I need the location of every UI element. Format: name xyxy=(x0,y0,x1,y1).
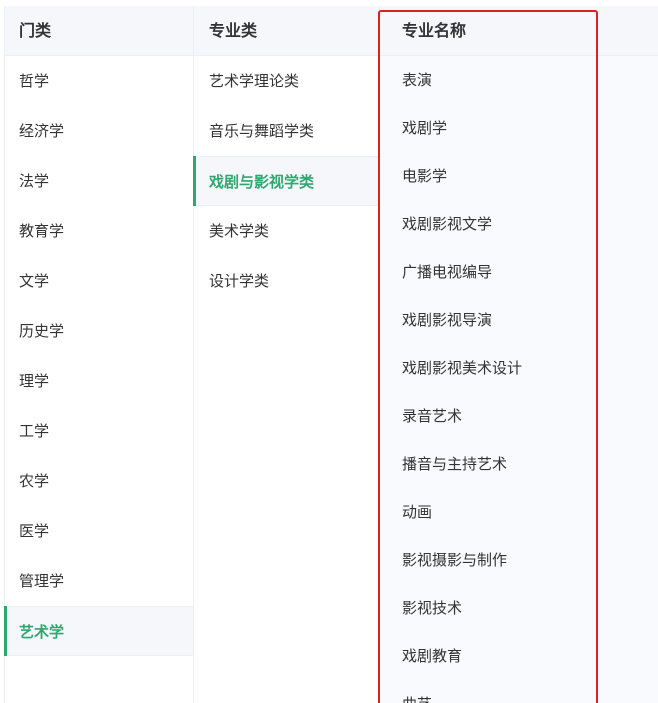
major-item-film-technology[interactable]: 影视技术 xyxy=(380,584,658,632)
major-item-quyi[interactable]: 曲艺 xyxy=(380,680,658,703)
major-item-drama-studies[interactable]: 戏剧学 xyxy=(380,104,658,152)
subcategory-item-art-theory[interactable]: 艺术学理论类 xyxy=(194,56,379,106)
subcategory-item-music-dance[interactable]: 音乐与舞蹈学类 xyxy=(194,106,379,156)
major-item-drama-film-literature[interactable]: 戏剧影视文学 xyxy=(380,200,658,248)
subcategory-list: 艺术学理论类 音乐与舞蹈学类 戏剧与影视学类 美术学类 设计学类 xyxy=(193,56,379,306)
major-item-film-photography[interactable]: 影视摄影与制作 xyxy=(380,536,658,584)
category-item-engineering[interactable]: 工学 xyxy=(5,406,193,456)
major-item-broadcast-directing[interactable]: 广播电视编导 xyxy=(380,248,658,296)
major-item-film-studies[interactable]: 电影学 xyxy=(380,152,658,200)
category-item-economics[interactable]: 经济学 xyxy=(5,106,193,156)
category-item-medicine[interactable]: 医学 xyxy=(5,506,193,556)
category-list: 哲学 经济学 法学 教育学 文学 历史学 理学 工学 农学 医学 管理学 艺术学 xyxy=(4,56,193,656)
category-item-education[interactable]: 教育学 xyxy=(5,206,193,256)
category-item-arts[interactable]: 艺术学 xyxy=(4,606,193,656)
category-item-law[interactable]: 法学 xyxy=(5,156,193,206)
subcategory-column: 专业类 艺术学理论类 音乐与舞蹈学类 戏剧与影视学类 美术学类 设计学类 xyxy=(193,6,380,703)
category-item-history[interactable]: 历史学 xyxy=(5,306,193,356)
subcategory-header: 专业类 xyxy=(194,6,379,56)
major-list: 表演 戏剧学 电影学 戏剧影视文学 广播电视编导 戏剧影视导演 戏剧影视美术设计… xyxy=(380,56,658,703)
category-item-science[interactable]: 理学 xyxy=(5,356,193,406)
major-item-drama-education[interactable]: 戏剧教育 xyxy=(380,632,658,680)
major-item-drama-film-directing[interactable]: 戏剧影视导演 xyxy=(380,296,658,344)
category-header: 门类 xyxy=(5,6,193,56)
major-item-performance[interactable]: 表演 xyxy=(380,56,658,104)
major-column: 专业名称 表演 戏剧学 电影学 戏剧影视文学 广播电视编导 戏剧影视导演 戏剧影… xyxy=(380,6,658,703)
major-item-drama-film-art-design[interactable]: 戏剧影视美术设计 xyxy=(380,344,658,392)
subcategory-item-fine-arts[interactable]: 美术学类 xyxy=(194,206,379,256)
subcategory-item-design[interactable]: 设计学类 xyxy=(194,256,379,306)
major-item-animation[interactable]: 动画 xyxy=(380,488,658,536)
category-column: 门类 哲学 经济学 法学 教育学 文学 历史学 理学 工学 农学 医学 管理学 … xyxy=(4,6,194,703)
major-item-broadcasting-hosting[interactable]: 播音与主持艺术 xyxy=(380,440,658,488)
category-item-philosophy[interactable]: 哲学 xyxy=(5,56,193,106)
category-item-agriculture[interactable]: 农学 xyxy=(5,456,193,506)
subcategory-item-drama-film[interactable]: 戏剧与影视学类 xyxy=(193,156,379,206)
category-item-literature[interactable]: 文学 xyxy=(5,256,193,306)
major-header: 专业名称 xyxy=(380,6,658,56)
major-item-recording-arts[interactable]: 录音艺术 xyxy=(380,392,658,440)
major-browser: 门类 哲学 经济学 法学 教育学 文学 历史学 理学 工学 农学 医学 管理学 … xyxy=(0,0,658,703)
category-item-management[interactable]: 管理学 xyxy=(5,556,193,606)
